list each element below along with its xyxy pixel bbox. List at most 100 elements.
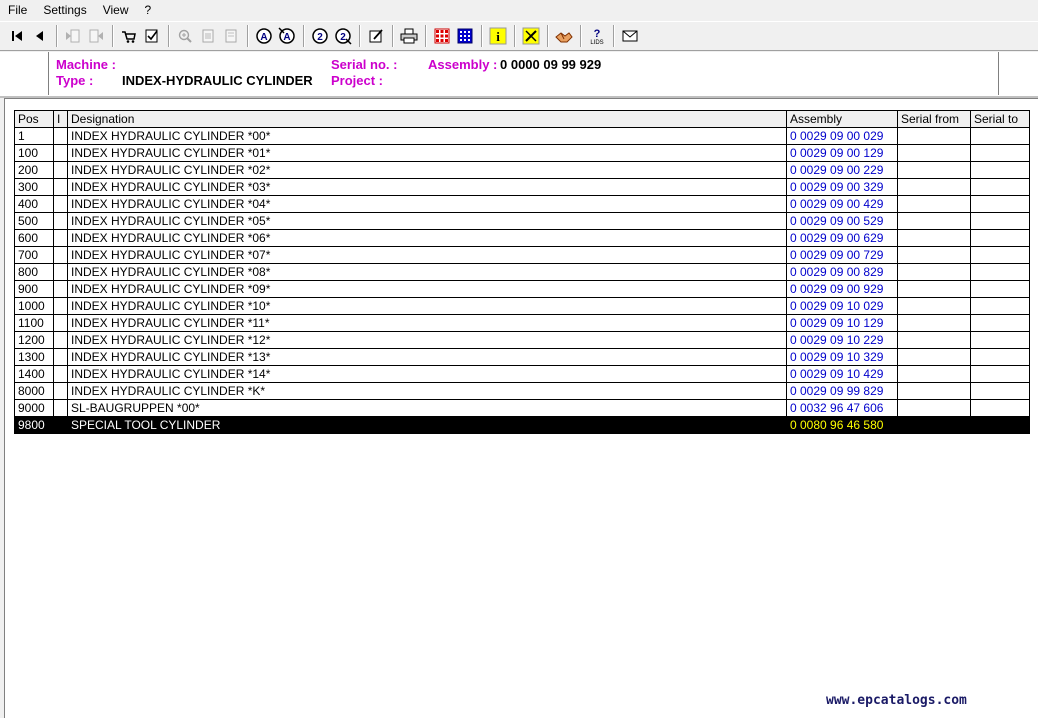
column-header-serial-to[interactable]: Serial to xyxy=(970,110,1030,128)
page-icon xyxy=(200,28,216,44)
mail-icon xyxy=(622,29,638,43)
printer-button[interactable] xyxy=(398,25,420,47)
toolbar-separator xyxy=(359,25,361,47)
table-row[interactable]: 200 INDEX HYDRAULIC CYLINDER *02* 0 0029 0… xyxy=(14,161,1030,179)
edit-note-button[interactable] xyxy=(365,25,387,47)
cart-button[interactable] xyxy=(118,25,140,47)
red-grid-button[interactable] xyxy=(431,25,453,47)
type-value: INDEX-HYDRAULIC CYLINDER xyxy=(122,73,313,88)
cell-assembly[interactable]: 0 0029 09 00 229 xyxy=(786,161,898,179)
blue-grid-button[interactable] xyxy=(454,25,476,47)
cell-assembly[interactable]: 0 0029 09 00 129 xyxy=(786,144,898,162)
circle-a-search-icon: A xyxy=(278,27,296,45)
page-alt-button[interactable] xyxy=(220,25,242,47)
cell-assembly[interactable]: 0 0029 09 00 329 xyxy=(786,178,898,196)
info-button[interactable]: i xyxy=(487,25,509,47)
circle-2-button[interactable]: 2 xyxy=(309,25,331,47)
cell-i xyxy=(53,263,68,281)
cell-assembly[interactable]: 0 0029 09 10 229 xyxy=(786,331,898,349)
tools-button[interactable] xyxy=(520,25,542,47)
table-row[interactable]: 100 INDEX HYDRAULIC CYLINDER *01* 0 0029 0… xyxy=(14,144,1030,162)
cell-assembly[interactable]: 0 0080 96 46 580 xyxy=(786,416,898,434)
toolbar-separator xyxy=(56,25,58,47)
help-button[interactable]: ? LIDS xyxy=(586,25,608,47)
cell-i xyxy=(53,144,68,162)
header-right-box xyxy=(998,52,1038,95)
cell-assembly[interactable]: 0 0029 09 99 829 xyxy=(786,382,898,400)
table-row[interactable]: 800 INDEX HYDRAULIC CYLINDER *08* 0 0029 0… xyxy=(14,263,1030,281)
table-row[interactable]: 900 INDEX HYDRAULIC CYLINDER *09* 0 0029 0… xyxy=(14,280,1030,298)
first-record-button[interactable] xyxy=(6,25,28,47)
cell-assembly[interactable]: 0 0029 09 00 429 xyxy=(786,195,898,213)
cell-assembly[interactable]: 0 0029 09 00 629 xyxy=(786,229,898,247)
cell-assembly[interactable]: 0 0032 96 47 606 xyxy=(786,399,898,417)
circle-a-search-button[interactable]: A xyxy=(276,25,298,47)
cell-i xyxy=(53,127,68,145)
cell-pos: 1400 xyxy=(14,365,54,383)
handshake-button[interactable] xyxy=(553,25,575,47)
cell-designation: INDEX HYDRAULIC CYLINDER *09* xyxy=(67,280,787,298)
cell-designation: INDEX HYDRAULIC CYLINDER *11* xyxy=(67,314,787,332)
cell-serial-from xyxy=(897,365,971,383)
menu-file[interactable]: File xyxy=(0,0,35,20)
cell-i xyxy=(53,365,68,383)
cell-assembly[interactable]: 0 0029 09 00 529 xyxy=(786,212,898,230)
table-row-selected[interactable]: 9800 SPECIAL TOOL CYLINDER 0 0080 96 46 58… xyxy=(14,416,1030,434)
cell-assembly[interactable]: 0 0029 09 10 029 xyxy=(786,297,898,315)
cell-serial-to xyxy=(970,314,1030,332)
checklist-button[interactable] xyxy=(141,25,163,47)
table-row[interactable]: 400 INDEX HYDRAULIC CYLINDER *04* 0 0029 0… xyxy=(14,195,1030,213)
table-row[interactable]: 1400 INDEX HYDRAULIC CYLINDER *14* 0 0029 … xyxy=(14,365,1030,383)
column-header-i[interactable]: I xyxy=(53,110,68,128)
column-header-pos[interactable]: Pos xyxy=(14,110,54,128)
table-row[interactable]: 1000 INDEX HYDRAULIC CYLINDER *10* 0 0029 … xyxy=(14,297,1030,315)
previous-record-button[interactable] xyxy=(29,25,51,47)
table-row[interactable]: 9000 SL-BAUGRUPPEN *00* 0 0032 96 47 606 xyxy=(14,399,1030,417)
cell-i xyxy=(53,178,68,196)
svg-text:2: 2 xyxy=(317,32,323,43)
cell-serial-from xyxy=(897,416,971,434)
cell-designation: INDEX HYDRAULIC CYLINDER *07* xyxy=(67,246,787,264)
column-header-serial-from[interactable]: Serial from xyxy=(897,110,971,128)
cell-assembly[interactable]: 0 0029 09 10 329 xyxy=(786,348,898,366)
cell-serial-from xyxy=(897,314,971,332)
cell-serial-to xyxy=(970,399,1030,417)
table-row[interactable]: 1300 INDEX HYDRAULIC CYLINDER *13* 0 0029 … xyxy=(14,348,1030,366)
menu-settings[interactable]: Settings xyxy=(35,0,94,20)
cell-assembly[interactable]: 0 0029 09 00 029 xyxy=(786,127,898,145)
circle-a-button[interactable]: A xyxy=(253,25,275,47)
table-row[interactable]: 700 INDEX HYDRAULIC CYLINDER *07* 0 0029 0… xyxy=(14,246,1030,264)
table-row[interactable]: 600 INDEX HYDRAULIC CYLINDER *06* 0 0029 0… xyxy=(14,229,1030,247)
page-button[interactable] xyxy=(197,25,219,47)
table-row[interactable]: 1200 INDEX HYDRAULIC CYLINDER *12* 0 0029 … xyxy=(14,331,1030,349)
toolbar-separator xyxy=(425,25,427,47)
cell-serial-to xyxy=(970,195,1030,213)
zoom-in-button[interactable] xyxy=(174,25,196,47)
mail-button[interactable] xyxy=(619,25,641,47)
cell-pos: 1200 xyxy=(14,331,54,349)
menu-view[interactable]: View xyxy=(95,0,137,20)
cell-assembly[interactable]: 0 0029 09 00 929 xyxy=(786,280,898,298)
toolbar-separator xyxy=(481,25,483,47)
cell-serial-to xyxy=(970,416,1030,434)
table-row[interactable]: 1 INDEX HYDRAULIC CYLINDER *00* 0 0029 09 … xyxy=(14,127,1030,145)
table-row[interactable]: 8000 INDEX HYDRAULIC CYLINDER *K* 0 0029 0… xyxy=(14,382,1030,400)
column-header-assembly[interactable]: Assembly xyxy=(786,110,898,128)
cell-serial-from xyxy=(897,178,971,196)
circle-2-search-button[interactable]: 2 xyxy=(332,25,354,47)
cell-assembly[interactable]: 0 0029 09 10 429 xyxy=(786,365,898,383)
cell-pos: 500 xyxy=(14,212,54,230)
cell-designation: INDEX HYDRAULIC CYLINDER *12* xyxy=(67,331,787,349)
cell-designation: INDEX HYDRAULIC CYLINDER *10* xyxy=(67,297,787,315)
cell-assembly[interactable]: 0 0029 09 00 829 xyxy=(786,263,898,281)
cell-assembly[interactable]: 0 0029 09 10 129 xyxy=(786,314,898,332)
forward-page-button[interactable] xyxy=(85,25,107,47)
table-row[interactable]: 500 INDEX HYDRAULIC CYLINDER *05* 0 0029 0… xyxy=(14,212,1030,230)
back-page-button[interactable] xyxy=(62,25,84,47)
cell-serial-to xyxy=(970,212,1030,230)
menu-help[interactable]: ? xyxy=(137,0,160,20)
cell-assembly[interactable]: 0 0029 09 00 729 xyxy=(786,246,898,264)
column-header-designation[interactable]: Designation xyxy=(67,110,787,128)
table-row[interactable]: 1100 INDEX HYDRAULIC CYLINDER *11* 0 0029 … xyxy=(14,314,1030,332)
table-row[interactable]: 300 INDEX HYDRAULIC CYLINDER *03* 0 0029 0… xyxy=(14,178,1030,196)
